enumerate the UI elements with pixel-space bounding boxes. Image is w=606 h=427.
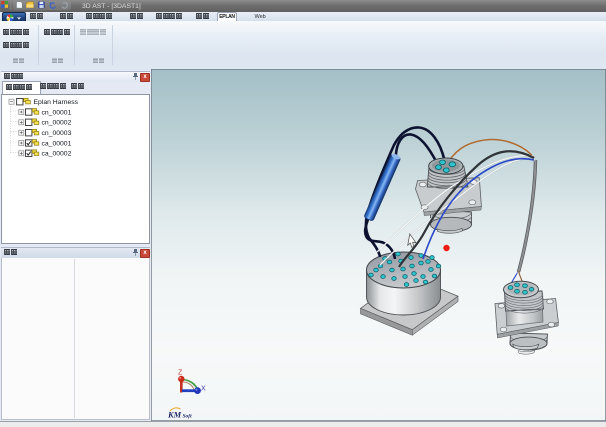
svg-text:ca_00001: ca_00001 — [42, 140, 72, 147]
svg-text:Eplan Harness: Eplan Harness — [34, 99, 79, 106]
svg-text:Soft: Soft — [183, 414, 193, 420]
svg-text:cn_00002: cn_00002 — [42, 120, 72, 127]
svg-text:X: X — [201, 386, 206, 393]
svg-text:Z: Z — [178, 370, 183, 377]
svg-text:ca_00002: ca_00002 — [42, 151, 72, 158]
svg-text:cn_00003: cn_00003 — [42, 130, 72, 137]
svg-text:KM: KM — [167, 410, 182, 420]
svg-text:cn_00001: cn_00001 — [42, 109, 72, 116]
